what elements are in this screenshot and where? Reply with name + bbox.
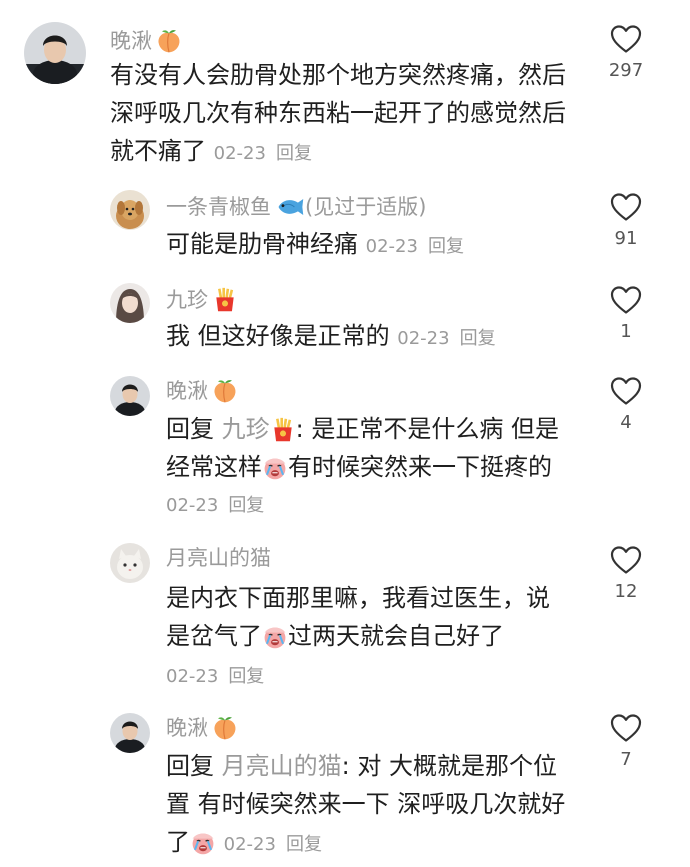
heart-outline-icon[interactable] (610, 545, 642, 575)
like-count: 4 (620, 412, 632, 433)
comment-author[interactable]: 月亮山的猫 (166, 543, 271, 573)
comment-date: 02-23 (166, 495, 219, 516)
comment-item: 九珍 我 但这好像是正常的 02-23 回复 1 (0, 275, 690, 370)
reply-button[interactable]: 回复 (286, 834, 322, 855)
comment-meta: 02-23 回复 (366, 236, 464, 257)
comment-body: 过两天就会自己好了 (288, 622, 504, 650)
avatar[interactable] (110, 713, 150, 753)
avatar[interactable] (24, 22, 86, 84)
comment-line: 回复 月亮山的猫: 对 大概就是那个位 (166, 747, 586, 785)
like-button[interactable]: 4 (586, 376, 666, 433)
crying-emoji-icon (262, 624, 288, 650)
like-count: 7 (620, 749, 632, 770)
reply-button[interactable]: 回复 (276, 143, 312, 164)
like-button[interactable]: 1 (586, 285, 666, 342)
comment-item: 一条青椒鱼 (见过于适版) 可能是肋骨神经痛 02-23 回复 91 (0, 180, 690, 275)
comment-author[interactable]: 晚湫 (166, 713, 208, 743)
comment-text: 可能是肋骨神经痛 02-23 回复 (166, 225, 586, 266)
comment-line: 了 02-23 回复 (166, 823, 586, 864)
comment-line: 经常这样 有时候突然来一下挺疼的 (166, 448, 586, 486)
comment-author[interactable]: 一条青椒鱼 (166, 192, 271, 222)
comment-item: 月亮山的猫 是内衣下面那里嘛，我看过医生，说 是岔气了 过两天就会自己好了 02-… (0, 533, 690, 703)
comment-date: 02-23 (223, 834, 276, 855)
comment-date: 02-23 (365, 236, 418, 257)
reply-prefix: 回复 (166, 415, 214, 443)
like-button[interactable]: 7 (586, 713, 666, 770)
comment-date: 02-23 (213, 143, 266, 164)
comment-text: 回复 月亮山的猫: 对 大概就是那个位 置 有时候突然来一下 深呼吸几次就好 了… (166, 747, 586, 864)
like-count: 1 (620, 321, 632, 342)
heart-outline-icon[interactable] (610, 713, 642, 743)
comment-item: 晚湫 回复 月亮山的猫: 对 大概就是那个位 置 有时候突然来一下 深呼吸几次就… (0, 703, 690, 867)
author-note: (见过于适版) (305, 195, 427, 219)
heart-outline-icon[interactable] (610, 192, 642, 222)
fries-icon (270, 417, 296, 443)
comment-body: 我 但这好像是正常的 (166, 322, 390, 350)
comment-line: 置 有时候突然来一下 深呼吸几次就好 (166, 790, 566, 818)
comment-author[interactable]: 九珍 (166, 285, 208, 315)
heart-outline-icon[interactable] (610, 285, 642, 315)
fish-icon (275, 196, 305, 218)
avatar[interactable] (110, 190, 150, 230)
mention-link[interactable]: 月亮山的猫 (222, 752, 342, 780)
reply-button[interactable]: 回复 (228, 666, 264, 687)
comment-date: 02-23 (166, 666, 219, 687)
comment-meta: 02-23 回复 (397, 328, 495, 349)
mention-link[interactable]: 九珍 (222, 415, 270, 443)
comment-line: 是岔气了 过两天就会自己好了 (166, 617, 586, 655)
comment-body: 是岔气了 (166, 622, 262, 650)
comment-author-line: 一条青椒鱼 (见过于适版) (166, 192, 426, 222)
comment-author[interactable]: 晚湫 (166, 376, 208, 406)
crying-emoji-icon (190, 830, 216, 856)
comment-item: 晚湫 回复 九珍 : 是正常不是什么病 但是 经常这样 有时候突然来一下挺疼的 02… (0, 368, 690, 533)
avatar[interactable] (110, 376, 150, 416)
avatar[interactable] (110, 543, 150, 583)
peach-icon (156, 28, 182, 54)
comment-author[interactable]: 晚湫 (110, 26, 152, 56)
peach-icon (212, 715, 238, 741)
reply-button[interactable]: 回复 (428, 236, 464, 257)
comment-body: 有没有人会肋骨处那个地方突然疼痛，然后深呼吸几次有种东西粘一起开了的感觉然后就不… (110, 61, 566, 165)
reply-button[interactable]: 回复 (228, 495, 264, 516)
peach-icon (212, 378, 238, 404)
comment-meta: 02-23 回复 (166, 663, 586, 691)
like-count: 91 (614, 228, 638, 249)
comment-body: 有时候突然来一下挺疼的 (288, 453, 552, 481)
comment-author-line: 月亮山的猫 (166, 543, 271, 573)
like-button[interactable]: 12 (586, 545, 666, 602)
comment-body: : 对 大概就是那个位 (341, 752, 557, 780)
comment-meta: 02-23 回复 (224, 834, 322, 855)
avatar[interactable] (110, 283, 150, 323)
comment-line: 回复 九珍 : 是正常不是什么病 但是 (166, 410, 586, 448)
comment-date: 02-23 (397, 328, 450, 349)
comment-meta: 02-23 回复 (166, 492, 586, 520)
comment-author-line: 九珍 (166, 285, 238, 315)
like-count: 297 (608, 60, 644, 81)
crying-emoji-icon (262, 455, 288, 481)
comment-body: 可能是肋骨神经痛 (166, 230, 358, 258)
like-count: 12 (614, 581, 638, 602)
comment-text: 是内衣下面那里嘛，我看过医生，说 是岔气了 过两天就会自己好了 02-23 回复 (166, 579, 586, 691)
comment-body: 经常这样 (166, 453, 262, 481)
heart-outline-icon[interactable] (610, 24, 642, 54)
comment-meta: 02-23 回复 (214, 143, 312, 164)
comment-text: 有没有人会肋骨处那个地方突然疼痛，然后深呼吸几次有种东西粘一起开了的感觉然后就不… (110, 56, 580, 173)
comment-author-line: 晚湫 (166, 713, 238, 743)
comment-text: 我 但这好像是正常的 02-23 回复 (166, 317, 586, 358)
comment-line: 是内衣下面那里嘛，我看过医生，说 (166, 584, 550, 612)
like-button[interactable]: 91 (586, 192, 666, 249)
comment-author-line: 晚湫 (166, 376, 238, 406)
fries-icon (212, 287, 238, 313)
like-button[interactable]: 297 (586, 24, 666, 81)
comment-body: 了 (166, 828, 190, 856)
heart-outline-icon[interactable] (610, 376, 642, 406)
comment-body: : 是正常不是什么病 但是 (295, 415, 559, 443)
comment-author-line: 晚湫 (110, 26, 182, 56)
comment-text: 回复 九珍 : 是正常不是什么病 但是 经常这样 有时候突然来一下挺疼的 02-23… (166, 410, 586, 520)
reply-prefix: 回复 (166, 752, 214, 780)
reply-button[interactable]: 回复 (460, 328, 496, 349)
comment-item: 晚湫 有没有人会肋骨处那个地方突然疼痛，然后深呼吸几次有种东西粘一起开了的感觉然… (0, 0, 690, 180)
